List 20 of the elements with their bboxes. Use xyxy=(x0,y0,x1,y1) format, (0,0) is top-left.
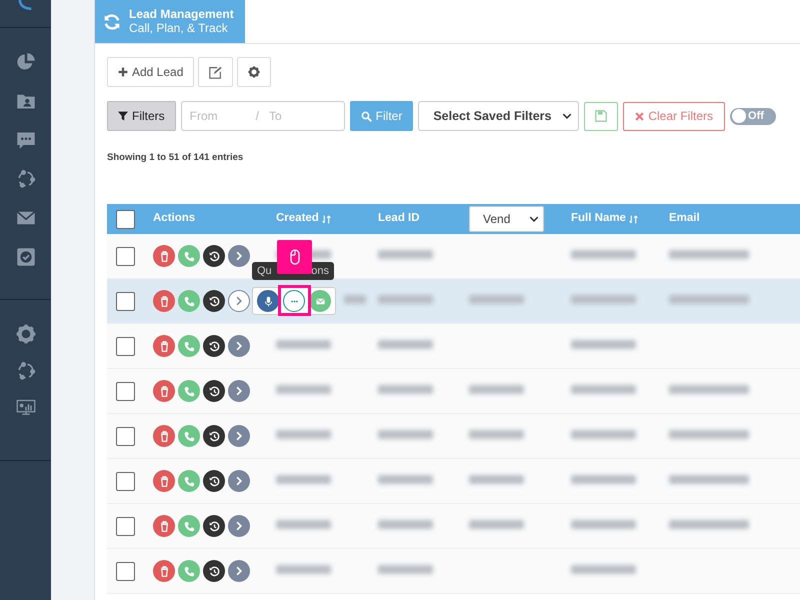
column-header: Email xyxy=(669,211,700,226)
header-title: Lead Management xyxy=(129,7,234,21)
filters-button[interactable]: Filters xyxy=(107,101,176,131)
date-range-field[interactable]: From / To xyxy=(180,101,345,131)
column-header: Lead ID xyxy=(378,211,420,226)
add-lead-button[interactable]: Add Lead xyxy=(107,57,194,87)
column-header[interactable]: Full Name xyxy=(571,210,638,228)
entries-summary: Showing 1 to 51 of 141 entries xyxy=(106,151,244,165)
date-separator: / xyxy=(256,108,260,125)
tooltip-text: ons xyxy=(311,264,329,279)
filter-button[interactable]: Filter xyxy=(350,101,414,131)
column-header[interactable]: Created xyxy=(276,210,331,228)
header-subtitle: Call, Plan, & Track xyxy=(129,21,229,36)
toggle-switch[interactable]: Off xyxy=(730,108,776,124)
vendor-select[interactable]: Vend xyxy=(469,206,544,232)
saved-filters-select[interactable]: Select Saved Filters xyxy=(418,101,580,131)
header-tab[interactable]: Lead Management Call, Plan, & Track xyxy=(95,0,245,43)
tooltip-text: Qu xyxy=(257,264,272,279)
column-header: Actions xyxy=(153,211,196,226)
clear-filters-button[interactable]: Clear Filters xyxy=(623,102,726,130)
